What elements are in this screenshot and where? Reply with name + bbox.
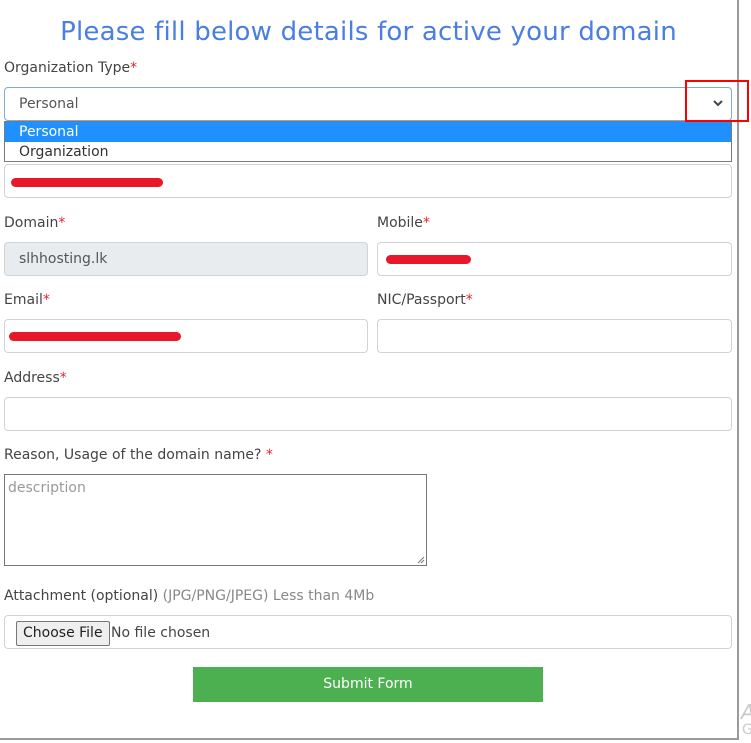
required-mark: *: [42, 292, 50, 308]
required-mark: *: [265, 447, 273, 463]
mobile-label: Mobile*: [377, 215, 430, 231]
domain-label-text: Domain: [4, 215, 59, 231]
option-organization[interactable]: Organization: [5, 142, 731, 162]
required-mark: *: [59, 370, 67, 386]
required-mark: *: [422, 215, 430, 231]
choose-file-button[interactable]: Choose File: [16, 621, 110, 646]
domain-value: slhhosting.lk: [19, 251, 108, 267]
attachment-label-text: Attachment (optional): [4, 588, 159, 604]
address-input[interactable]: [4, 397, 732, 431]
reason-textarea[interactable]: description: [4, 474, 427, 566]
reason-label-text: Reason, Usage of the domain name?: [4, 447, 262, 463]
email-label: Email*: [4, 292, 50, 308]
option-personal[interactable]: Personal: [5, 122, 731, 142]
activation-watermark-sub: G: [742, 722, 751, 738]
required-mark: *: [58, 215, 66, 231]
redaction-mark: [9, 332, 181, 341]
nic-label: NIC/Passport*: [377, 292, 473, 308]
nic-label-text: NIC/Passport: [377, 292, 466, 308]
address-label: Address*: [4, 370, 67, 386]
required-mark: *: [465, 292, 473, 308]
email-input[interactable]: [4, 319, 368, 353]
domain-input: slhhosting.lk: [4, 242, 368, 276]
required-mark: *: [130, 60, 138, 76]
org-type-value: Personal: [19, 96, 79, 112]
org-type-label: Organization Type*: [4, 60, 137, 76]
mobile-input[interactable]: [377, 242, 732, 276]
full-name-input[interactable]: [4, 164, 732, 198]
attachment-file-input[interactable]: Choose File No file chosen: [4, 615, 732, 649]
org-type-select[interactable]: Personal: [4, 87, 732, 121]
resize-grip-icon[interactable]: [416, 555, 425, 564]
redaction-mark: [386, 255, 471, 264]
redaction-mark: [11, 178, 163, 187]
highlight-box: [685, 80, 749, 122]
org-type-dropdown: Personal Organization: [4, 121, 732, 162]
page-title: Please fill below details for active you…: [60, 17, 677, 47]
nic-input[interactable]: [377, 319, 732, 353]
reason-placeholder: description: [8, 480, 86, 496]
domain-label: Domain*: [4, 215, 65, 231]
activation-watermark: A: [741, 700, 751, 724]
submit-form-button[interactable]: Submit Form: [193, 667, 543, 702]
address-label-text: Address: [4, 370, 60, 386]
org-type-label-text: Organization Type: [4, 60, 131, 76]
attachment-label: Attachment (optional) (JPG/PNG/JPEG) Les…: [4, 588, 374, 604]
mobile-label-text: Mobile: [377, 215, 423, 231]
file-status: No file chosen: [111, 625, 211, 641]
email-label-text: Email: [4, 292, 43, 308]
attachment-hint: (JPG/PNG/JPEG) Less than 4Mb: [162, 588, 375, 604]
reason-label: Reason, Usage of the domain name? *: [4, 447, 273, 463]
